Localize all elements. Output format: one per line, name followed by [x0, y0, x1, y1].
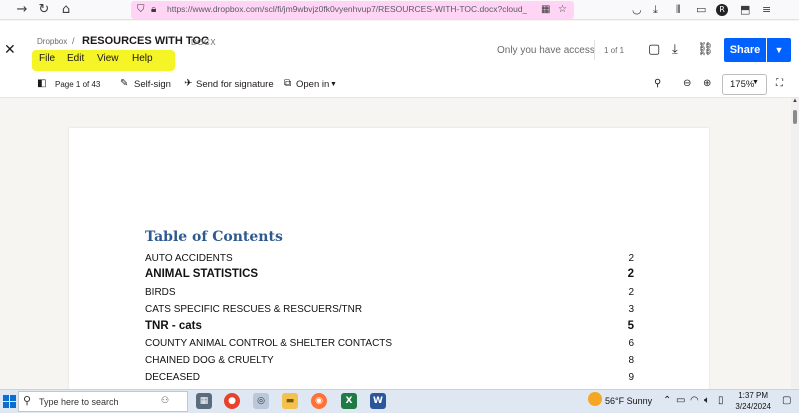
send-icon[interactable]: ✈: [184, 78, 192, 89]
open-in-icon[interactable]: ⧉: [284, 78, 291, 89]
toc-entry[interactable]: CATS SPECIFIC RESCUES & RESCUERS/TNR: [145, 304, 362, 315]
close-icon[interactable]: ✕: [4, 42, 16, 58]
toc-page-number: 3: [628, 304, 634, 315]
scroll-up-arrow[interactable]: ▲: [791, 98, 799, 108]
share-dropdown-button[interactable]: ▼: [767, 38, 791, 62]
send-for-signature-button[interactable]: Send for signature: [196, 79, 274, 90]
link-icon[interactable]: ⛓: [697, 42, 714, 57]
word-icon[interactable]: W: [370, 393, 386, 409]
chevron-up-icon[interactable]: ⌃: [663, 395, 671, 406]
toc-entry[interactable]: BIRDS: [145, 287, 176, 298]
profile-avatar[interactable]: R: [716, 4, 728, 16]
toc-title: Table of Contents: [145, 229, 283, 245]
toc-entry[interactable]: COUNTY ANIMAL CONTROL & SHELTER CONTACTS: [145, 338, 392, 349]
app-icon[interactable]: ◎: [253, 393, 269, 409]
weather-status[interactable]: 56°F Sunny: [605, 396, 652, 406]
share-button[interactable]: Share: [724, 38, 766, 62]
home-icon[interactable]: ⌂: [58, 2, 74, 18]
search-placeholder[interactable]: Type here to search: [39, 397, 119, 407]
address-bar[interactable]: ⛉ 🔒︎ https://www.dropbox.com/scl/fi/jm9w…: [131, 1, 574, 19]
shield-icon[interactable]: ⛉: [137, 4, 145, 16]
firefox-icon[interactable]: ◉: [311, 393, 327, 409]
volume-icon[interactable]: 🔈︎: [704, 395, 710, 406]
calculator-icon[interactable]: ▦: [196, 393, 212, 409]
toc-page-number: 2: [628, 253, 634, 264]
clock-time[interactable]: 1:37 PM: [738, 391, 768, 400]
sidebar-icon[interactable]: ▭: [696, 3, 706, 17]
url-text[interactable]: https://www.dropbox.com/scl/fi/jm9wbvjz0…: [167, 4, 527, 14]
battery-icon[interactable]: ▯: [718, 395, 724, 406]
bookmark-star-icon[interactable]: ☆: [558, 4, 567, 16]
file-extension: DOCX: [191, 38, 217, 47]
toc-entry[interactable]: CHAINED DOG & CRUELTY: [145, 355, 274, 366]
toc-page-number: 8: [628, 355, 634, 366]
breadcrumb-separator: /: [72, 36, 75, 46]
menu-icon[interactable]: ≡: [762, 3, 771, 17]
clock-date[interactable]: 3/24/2024: [733, 402, 771, 411]
page-count: 1 of 1: [604, 46, 625, 55]
menu-help[interactable]: Help: [132, 53, 153, 64]
notification-icon[interactable]: ▢: [782, 395, 791, 406]
toc-page-number: 2: [627, 268, 634, 280]
download-icon[interactable]: ⤓: [653, 3, 658, 17]
lock-icon[interactable]: 🔒︎: [151, 4, 156, 16]
excel-icon[interactable]: X: [341, 393, 357, 409]
sun-icon[interactable]: [588, 392, 602, 406]
chevron-down-icon[interactable]: ▼: [330, 81, 337, 88]
fullscreen-icon[interactable]: ⛶: [776, 78, 783, 89]
open-in-button[interactable]: Open in: [296, 79, 329, 90]
comment-icon[interactable]: ▢: [648, 42, 660, 57]
network-icon[interactable]: ▭: [676, 395, 685, 406]
menu-file[interactable]: File: [39, 53, 55, 64]
access-status[interactable]: Only you have access: [497, 45, 595, 56]
windows-start-icon[interactable]: [3, 395, 16, 408]
divider: [594, 40, 595, 60]
zoom-out-icon[interactable]: ⊖: [683, 78, 691, 89]
extensions-icon[interactable]: ⬒: [740, 3, 750, 17]
forward-icon[interactable]: →: [14, 2, 30, 18]
library-icon[interactable]: ⫴: [676, 3, 681, 17]
toc-page-number: 6: [628, 338, 634, 349]
breadcrumb[interactable]: Dropbox: [37, 37, 67, 46]
page-indicator: Page 1 of 43: [55, 80, 101, 89]
self-sign-button[interactable]: Self-sign: [134, 79, 171, 90]
download-icon[interactable]: ⤓: [672, 42, 678, 57]
toc-page-number: 9: [628, 372, 634, 383]
file-explorer-icon[interactable]: ▬: [282, 393, 298, 409]
sidebar-toggle-icon[interactable]: ◧: [37, 78, 46, 89]
chevron-down-icon[interactable]: ▼: [752, 79, 759, 86]
document-toolbar: ◧ Page 1 of 43 ✎ Self-sign ✈ Send for si…: [0, 71, 799, 98]
scroll-thumb[interactable]: [793, 110, 797, 124]
toc-entry[interactable]: AUTO ACCIDENTS: [145, 253, 233, 264]
menu-view[interactable]: View: [97, 53, 119, 64]
search-highlight-icon[interactable]: ⚇: [145, 393, 185, 409]
reload-icon[interactable]: ↻: [36, 2, 52, 18]
search-icon[interactable]: ⚲: [654, 78, 661, 89]
self-sign-icon[interactable]: ✎: [120, 78, 128, 89]
zoom-in-icon[interactable]: ⊕: [703, 78, 711, 89]
page-title: RESOURCES WITH TOC: [82, 35, 209, 47]
zoom-select[interactable]: 175%: [722, 74, 767, 95]
menu-edit[interactable]: Edit: [67, 53, 84, 64]
wifi-icon[interactable]: ◠: [690, 395, 699, 406]
pocket-icon[interactable]: ◡: [632, 3, 642, 17]
browser-toolbar: → ↻ ⌂ ⛉ 🔒︎ https://www.dropbox.com/scl/f…: [0, 0, 799, 20]
toc-entry[interactable]: TNR - cats: [145, 320, 202, 332]
chrome-icon[interactable]: ●: [224, 393, 240, 409]
toc-entry[interactable]: ANIMAL STATISTICS: [145, 268, 258, 280]
qr-icon[interactable]: ▦: [541, 4, 550, 16]
search-icon: ⚲: [23, 394, 32, 407]
scrollbar[interactable]: [791, 98, 799, 388]
toc-page-number: 5: [627, 320, 634, 332]
toc-entry[interactable]: DECEASED: [145, 372, 200, 383]
toc-page-number: 2: [628, 287, 634, 298]
